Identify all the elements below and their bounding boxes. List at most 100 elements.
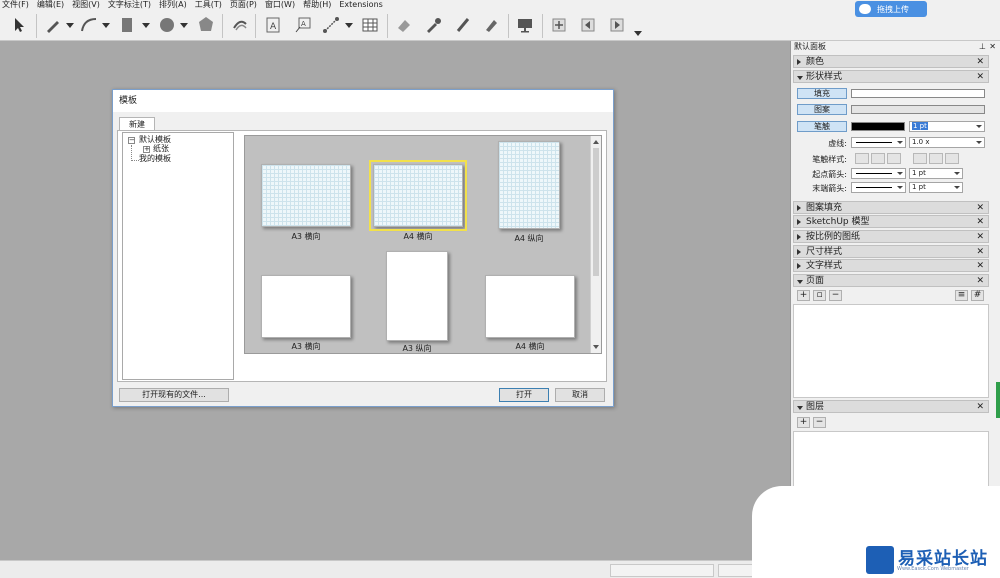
section-scaled-drawing[interactable]: 按比例的图纸 ✕ <box>793 230 989 243</box>
menu-tools[interactable]: 工具(T) <box>195 0 222 10</box>
start-arrow-size-select[interactable]: 1 pt <box>909 168 963 179</box>
cap-round-button[interactable] <box>871 153 885 164</box>
close-icon[interactable]: ✕ <box>989 41 996 53</box>
pattern-toggle-button[interactable]: 图案 <box>797 104 847 115</box>
section-shape-style[interactable]: 形状样式 ✕ <box>793 70 989 83</box>
menu-help[interactable]: 帮助(H) <box>303 0 331 10</box>
join-icon[interactable] <box>480 14 502 36</box>
text-icon[interactable]: A <box>262 14 284 36</box>
list-view-button[interactable]: ≡ <box>955 290 968 301</box>
template-thumbnail-selected[interactable] <box>369 160 467 231</box>
section-sketchup-model[interactable]: SketchUp 模型 ✕ <box>793 215 989 228</box>
add-layer-button[interactable]: + <box>797 417 810 428</box>
menu-pages[interactable]: 页面(P) <box>230 0 257 10</box>
pages-list[interactable] <box>793 304 989 398</box>
arc-icon[interactable] <box>78 14 100 36</box>
join-miter-button[interactable] <box>913 153 927 164</box>
open-button[interactable]: 打开 <box>499 388 549 402</box>
circle-icon[interactable] <box>156 14 178 36</box>
layers-list[interactable] <box>793 431 989 491</box>
add-page-icon[interactable] <box>548 14 570 36</box>
menu-extensions[interactable]: Extensions <box>339 0 382 10</box>
scroll-up-icon[interactable] <box>593 140 599 144</box>
open-existing-file-button[interactable]: 打开现有的文件... <box>119 388 229 402</box>
tree-item-my-templates[interactable]: 我的模板 <box>139 154 171 164</box>
split-icon[interactable] <box>452 14 474 36</box>
menu-edit[interactable]: 编辑(E) <box>37 0 64 10</box>
close-icon[interactable]: ✕ <box>976 56 984 68</box>
delete-page-button[interactable]: − <box>829 290 842 301</box>
end-arrow-size-select[interactable]: 1 pt <box>909 182 963 193</box>
toolbar-overflow-icon[interactable] <box>634 31 642 36</box>
collapse-icon[interactable]: − <box>128 137 135 144</box>
table-icon[interactable] <box>359 14 381 36</box>
menu-text[interactable]: 文字标注(T) <box>108 0 151 10</box>
select-arrow-icon[interactable] <box>8 14 30 36</box>
dimension-icon[interactable] <box>320 14 342 36</box>
cap-flat-button[interactable] <box>855 153 869 164</box>
menu-window[interactable]: 窗口(W) <box>265 0 295 10</box>
label-icon[interactable]: A <box>292 14 314 36</box>
chevron-down-icon[interactable] <box>102 23 110 28</box>
stroke-width-select[interactable]: 1 pt <box>909 121 985 132</box>
scroll-thumb[interactable] <box>593 148 599 276</box>
section-dimension-style[interactable]: 尺寸样式 ✕ <box>793 245 989 258</box>
gallery-scrollbar[interactable] <box>590 136 601 353</box>
add-page-button[interactable]: + <box>797 290 810 301</box>
join-bevel-button[interactable] <box>945 153 959 164</box>
end-arrow-select[interactable] <box>851 182 906 193</box>
section-color[interactable]: 颜色 ✕ <box>793 55 989 68</box>
section-text-style[interactable]: 文字样式 ✕ <box>793 259 989 272</box>
chevron-down-icon[interactable] <box>345 23 353 28</box>
template-thumbnail[interactable] <box>261 164 351 227</box>
start-arrow-select[interactable] <box>851 168 906 179</box>
pencil-icon[interactable] <box>42 14 64 36</box>
close-icon[interactable]: ✕ <box>976 216 984 228</box>
delete-layer-button[interactable]: − <box>813 417 826 428</box>
template-thumbnail[interactable] <box>485 275 575 338</box>
dash-style-select[interactable] <box>851 137 906 148</box>
cancel-button[interactable]: 取消 <box>555 388 605 402</box>
close-icon[interactable]: ✕ <box>976 231 984 243</box>
expand-icon[interactable]: + <box>143 146 150 153</box>
polygon-icon[interactable] <box>195 14 217 36</box>
fill-toggle-button[interactable]: 填充 <box>797 88 847 99</box>
section-layers[interactable]: 图层 ✕ <box>793 400 989 413</box>
menu-file[interactable]: 文件(F) <box>2 0 29 10</box>
join-round-button[interactable] <box>929 153 943 164</box>
chevron-down-icon[interactable] <box>142 23 150 28</box>
close-icon[interactable]: ✕ <box>976 71 984 83</box>
cloud-upload-button[interactable]: 拖拽上传 <box>855 1 927 17</box>
tree-item-paper[interactable]: 纸张 <box>153 144 169 154</box>
close-icon[interactable]: ✕ <box>976 246 984 258</box>
eraser-icon[interactable] <box>393 14 415 36</box>
template-thumbnail[interactable] <box>261 275 351 338</box>
menu-view[interactable]: 视图(V) <box>72 0 100 10</box>
presentation-icon[interactable] <box>514 14 536 36</box>
template-thumbnail[interactable] <box>386 251 448 341</box>
tab-new[interactable]: 新建 <box>119 117 155 131</box>
scroll-down-icon[interactable] <box>593 345 599 349</box>
cap-square-button[interactable] <box>887 153 901 164</box>
section-pages[interactable]: 页面 ✕ <box>793 274 989 287</box>
template-thumbnail[interactable] <box>498 141 560 229</box>
chevron-down-icon[interactable] <box>66 23 74 28</box>
rectangle-icon[interactable] <box>116 14 138 36</box>
duplicate-page-button[interactable]: ▫ <box>813 290 826 301</box>
previous-page-icon[interactable] <box>577 14 599 36</box>
side-tab[interactable] <box>996 382 1000 418</box>
offset-icon[interactable] <box>229 14 251 36</box>
next-page-icon[interactable] <box>606 14 628 36</box>
stroke-color-swatch[interactable] <box>851 122 905 131</box>
fill-color-swatch[interactable] <box>851 89 985 98</box>
stroke-toggle-button[interactable]: 笔触 <box>797 121 847 132</box>
chevron-down-icon[interactable] <box>180 23 188 28</box>
section-pattern-fill[interactable]: 图案填充 ✕ <box>793 201 989 214</box>
pin-icon[interactable]: ⊥ <box>979 41 986 53</box>
dash-scale-select[interactable]: 1.0 x <box>909 137 985 148</box>
menu-arrange[interactable]: 排列(A) <box>159 0 187 10</box>
thumbnail-view-button[interactable]: # <box>971 290 984 301</box>
close-icon[interactable]: ✕ <box>976 401 984 413</box>
pattern-swatch[interactable] <box>851 105 985 114</box>
close-icon[interactable]: ✕ <box>976 202 984 214</box>
